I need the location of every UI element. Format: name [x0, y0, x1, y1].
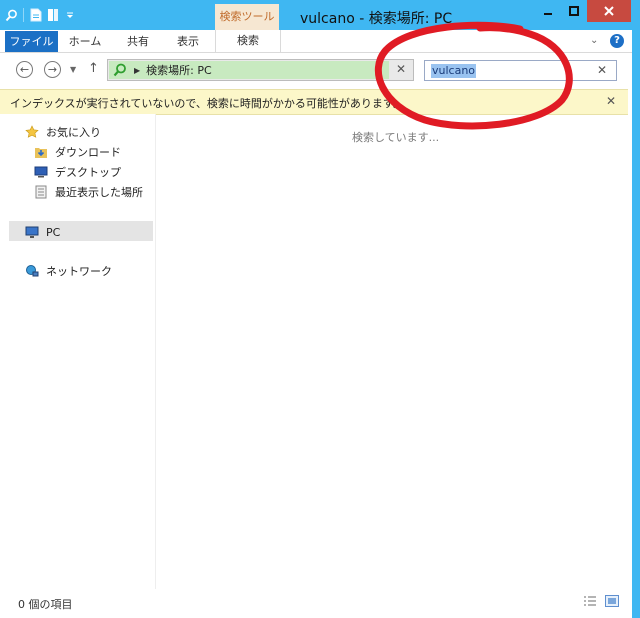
up-arrow-icon[interactable]: ↑: [88, 61, 99, 76]
nav-favorites-label: お気に入り: [46, 126, 101, 139]
status-bar: 0 個の項目: [0, 590, 632, 618]
close-button[interactable]: [587, 0, 631, 22]
item-count: 0 個の項目: [18, 598, 73, 611]
recent-locations-chevron-icon[interactable]: ▼: [70, 65, 76, 74]
nav-favorites[interactable]: お気に入り: [24, 124, 101, 140]
minimize-button[interactable]: [535, 0, 561, 22]
nav-item-label: 最近表示した場所: [55, 186, 143, 199]
tab-view[interactable]: 表示: [168, 31, 208, 52]
breadcrumb-chevron-icon[interactable]: ▶: [134, 66, 140, 75]
properties-icon[interactable]: [29, 8, 43, 22]
search-input[interactable]: vulcano ✕: [424, 60, 617, 81]
tab-file[interactable]: ファイル: [5, 31, 58, 52]
searching-status-text: 検索しています...: [352, 131, 440, 144]
download-folder-icon: [33, 144, 49, 160]
nav-item-label: PC: [46, 225, 61, 239]
details-view-icon[interactable]: [583, 595, 597, 607]
tab-search[interactable]: 検索: [215, 30, 281, 52]
tab-home[interactable]: ホーム: [64, 31, 106, 52]
nav-item-pc[interactable]: PC: [24, 224, 60, 240]
back-arrow-icon[interactable]: ←: [16, 61, 33, 78]
nav-item-label: デスクトップ: [55, 166, 121, 179]
recent-places-icon: [33, 184, 49, 200]
close-icon: [604, 6, 614, 16]
info-bar[interactable]: インデックスが実行されていないので、検索に時間がかかる可能性があります。 ✕: [0, 89, 628, 115]
expand-ribbon-chevron-icon[interactable]: ⌄: [590, 35, 598, 46]
search-icon[interactable]: [4, 8, 18, 22]
quick-access-toolbar: [4, 5, 77, 25]
info-bar-message: インデックスが実行されていないので、検索に時間がかかる可能性があります。: [10, 97, 404, 110]
address-clear-icon[interactable]: ✕: [396, 62, 406, 76]
tab-share[interactable]: 共有: [118, 31, 158, 52]
nav-item-desktop[interactable]: デスクトップ: [33, 164, 121, 180]
nav-item-label: ネットワーク: [46, 265, 112, 278]
search-results-area[interactable]: [156, 114, 632, 589]
maximize-icon: [569, 6, 579, 16]
desktop-icon: [33, 164, 49, 180]
address-text: 検索場所: PC: [146, 64, 212, 77]
window-frame: [632, 0, 640, 618]
nav-item-recent-places[interactable]: 最近表示した場所: [33, 184, 143, 200]
address-bar[interactable]: ▶ 検索場所: PC ✕: [107, 59, 414, 81]
search-results-icon: [112, 62, 128, 78]
nav-item-downloads[interactable]: ダウンロード: [33, 144, 121, 160]
help-icon[interactable]: ?: [610, 34, 624, 48]
computer-icon: [24, 224, 40, 240]
minimize-icon: [544, 13, 552, 15]
maximize-button[interactable]: [561, 0, 587, 22]
network-icon: [24, 263, 40, 279]
forward-arrow-icon[interactable]: →: [44, 61, 61, 78]
customize-toolbar-icon[interactable]: [63, 8, 77, 22]
context-tab-header: 検索ツール: [215, 4, 279, 30]
star-icon: [24, 124, 40, 140]
nav-item-network[interactable]: ネットワーク: [24, 263, 112, 279]
toolbar-separator: [23, 8, 24, 22]
search-clear-icon[interactable]: ✕: [597, 63, 607, 77]
navigation-pane: お気に入り ダウンロード デスクトップ 最近表示した場所 PC ネットワーク: [0, 114, 156, 589]
nav-item-label: ダウンロード: [55, 146, 121, 159]
info-bar-close-icon[interactable]: ✕: [606, 94, 616, 108]
large-icons-view-icon[interactable]: [605, 595, 619, 607]
new-folder-icon[interactable]: [46, 8, 60, 22]
search-input-value[interactable]: vulcano: [431, 64, 477, 78]
address-search-location[interactable]: ▶ 検索場所: PC: [109, 61, 389, 79]
window-title: vulcano - 検索場所: PC: [300, 11, 453, 27]
